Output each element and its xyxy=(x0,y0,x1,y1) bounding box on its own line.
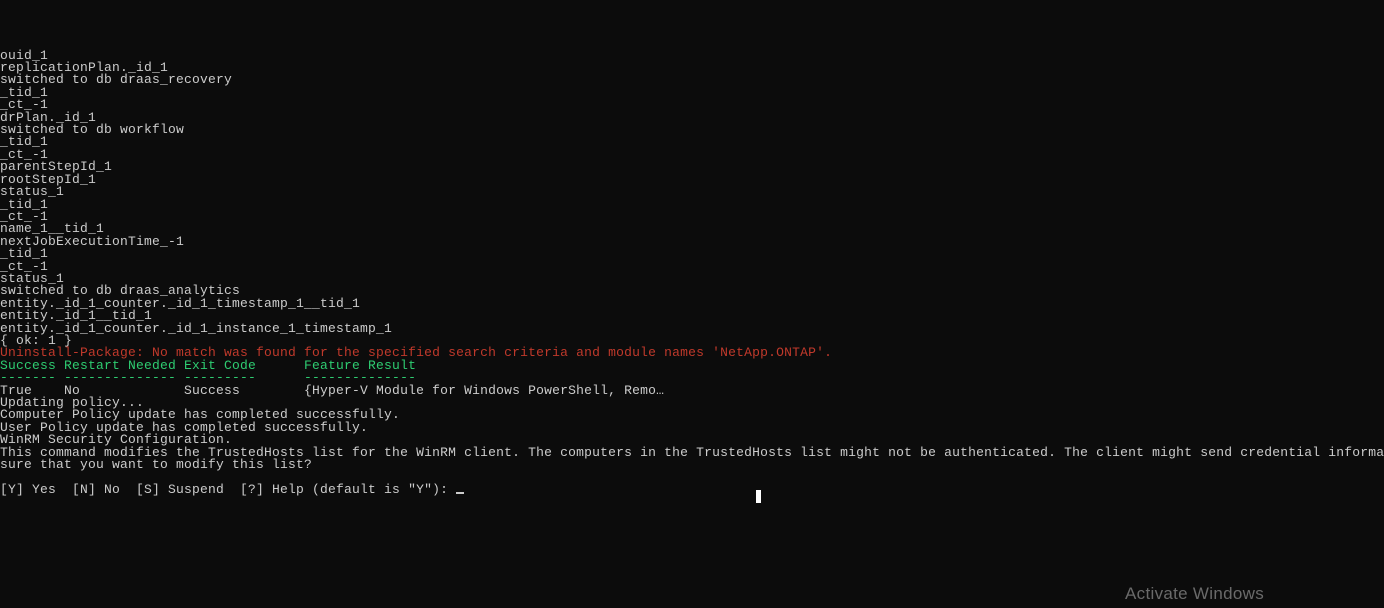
terminal-line: _ct_-1 xyxy=(0,211,1384,223)
terminal-line: _ct_-1 xyxy=(0,261,1384,273)
terminal-line: switched to db workflow xyxy=(0,124,1384,136)
terminal-line: name_1__tid_1 xyxy=(0,223,1384,235)
terminal-line: _ct_-1 xyxy=(0,149,1384,161)
terminal-output: ouid_1replicationPlan._id_1switched to d… xyxy=(0,50,1384,472)
terminal-line: _tid_1 xyxy=(0,87,1384,99)
prompt-text: [Y] Yes [N] No [S] Suspend [?] Help (def… xyxy=(0,482,456,497)
windows-activation-watermark: Activate Windows xyxy=(1125,588,1264,600)
terminal-line: rootStepId_1 xyxy=(0,174,1384,186)
cursor-icon xyxy=(456,492,464,494)
terminal-line: nextJobExecutionTime_-1 xyxy=(0,236,1384,248)
terminal-line: drPlan._id_1 xyxy=(0,112,1384,124)
terminal-line: _tid_1 xyxy=(0,199,1384,211)
terminal-line: True No Success {Hyper-V Module for Wind… xyxy=(0,385,1384,397)
terminal-line: entity._id_1_counter._id_1_instance_1_ti… xyxy=(0,323,1384,335)
terminal-line: status_1 xyxy=(0,186,1384,198)
terminal-line: sure that you want to modify this list? xyxy=(0,459,1384,471)
terminal-line: _tid_1 xyxy=(0,136,1384,148)
terminal-line: parentStepId_1 xyxy=(0,161,1384,173)
terminal-line: ouid_1 xyxy=(0,50,1384,62)
terminal-line: entity._id_1_counter._id_1_timestamp_1__… xyxy=(0,298,1384,310)
terminal-line: switched to db draas_recovery xyxy=(0,74,1384,86)
terminal-line: _tid_1 xyxy=(0,248,1384,260)
text-caret-icon xyxy=(756,490,761,503)
terminal-line: _ct_-1 xyxy=(0,99,1384,111)
prompt-line[interactable]: [Y] Yes [N] No [S] Suspend [?] Help (def… xyxy=(0,484,1384,496)
